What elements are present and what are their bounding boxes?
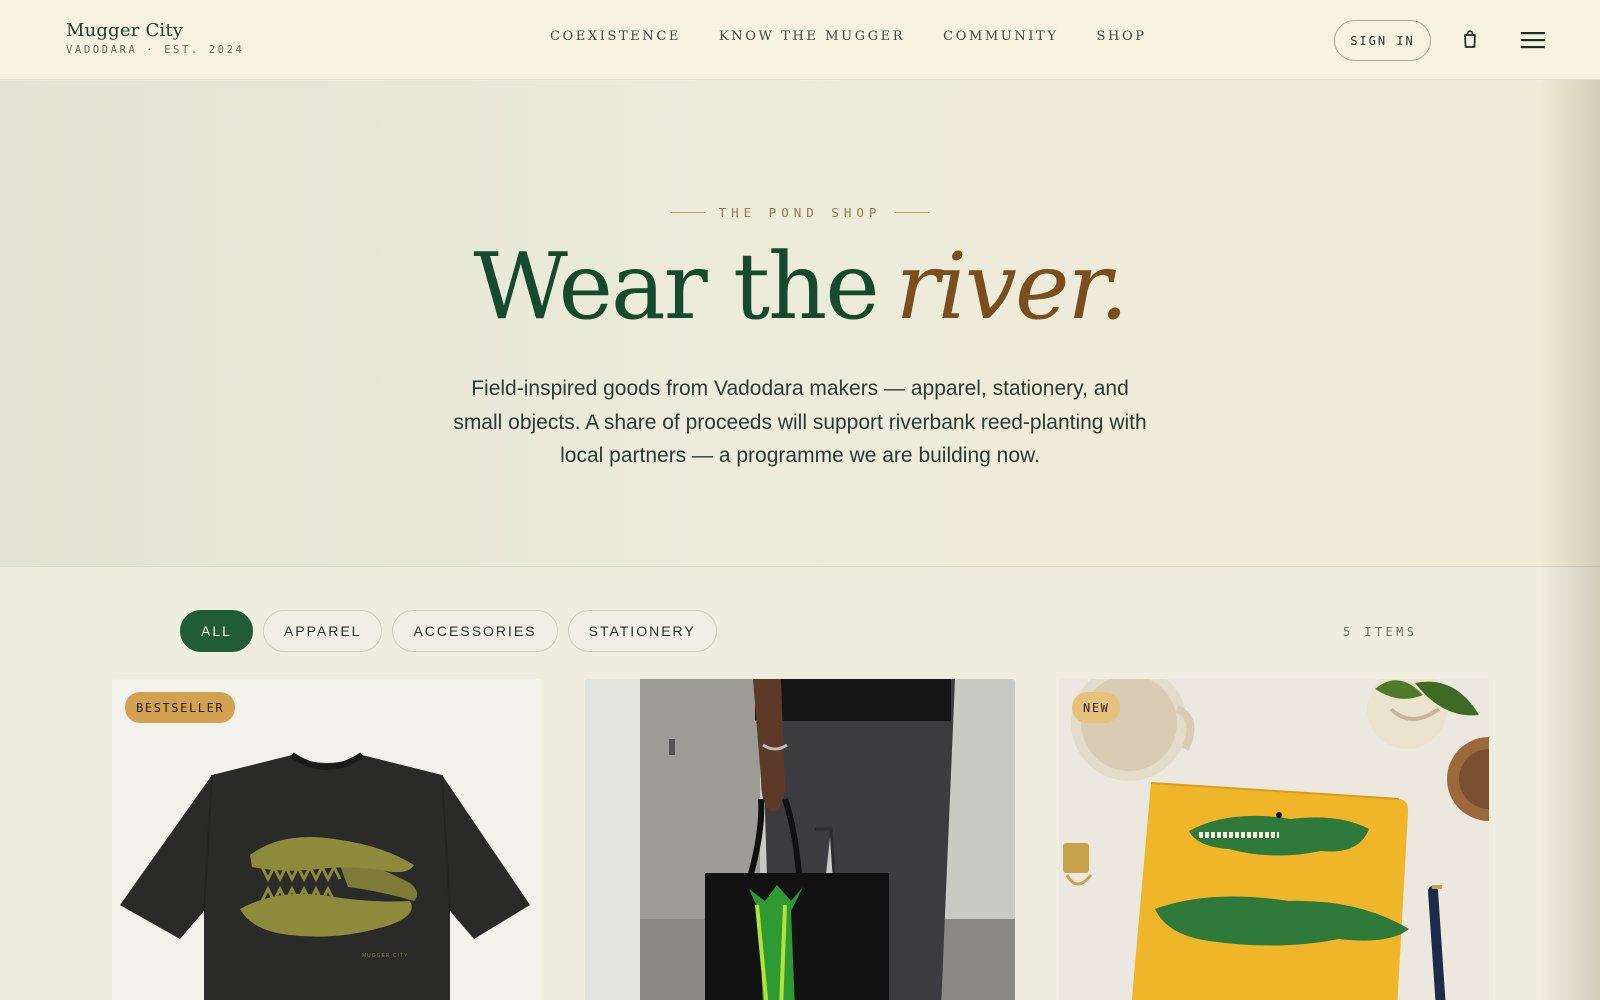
hero-headline: Wear the river. <box>0 241 1600 333</box>
site-header: Mugger City VADODARA · EST. 2024 COEXIST… <box>0 0 1600 80</box>
headline-accent: river. <box>895 233 1129 340</box>
category-filters: ALL APPAREL ACCESSORIES STATIONERY <box>180 610 717 652</box>
new-badge: NEW <box>1072 692 1121 723</box>
filter-apparel[interactable]: APPAREL <box>262 610 383 652</box>
product-image-notebook <box>1059 679 1489 1000</box>
filter-stationery[interactable]: STATIONERY <box>567 610 717 652</box>
sign-in-button[interactable]: SIGN IN <box>1334 20 1431 61</box>
product-image-tshirt: MUGGER CITY <box>112 679 542 1000</box>
shopping-bag-icon[interactable] <box>1462 29 1478 49</box>
product-card-tote[interactable] <box>585 679 1015 1000</box>
brand-name: Mugger City <box>66 20 184 41</box>
product-card-notebook[interactable]: NEW <box>1059 679 1489 1000</box>
headline-main: Wear the <box>473 233 879 340</box>
brand-logo[interactable]: Mugger City VADODARA · EST. 2024 <box>66 20 244 56</box>
eyebrow-rule-left <box>670 212 705 213</box>
filter-all[interactable]: ALL <box>180 610 253 652</box>
item-count: 5 ITEMS <box>1343 625 1418 639</box>
nav-community[interactable]: COMMUNITY <box>943 29 1058 44</box>
nav-know-the-mugger[interactable]: KNOW THE MUGGER <box>719 29 905 44</box>
hamburger-menu-icon[interactable] <box>1521 30 1545 50</box>
bestseller-badge: BESTSELLER <box>125 692 236 723</box>
main-nav: COEXISTENCE KNOW THE MUGGER COMMUNITY SH… <box>550 29 1147 44</box>
product-image-tote <box>585 679 1015 1000</box>
eyebrow-text: THE POND SHOP <box>718 205 882 220</box>
tee-print-text: MUGGER CITY <box>362 953 408 959</box>
eyebrow-rule-right <box>895 212 930 213</box>
filter-accessories[interactable]: ACCESSORIES <box>392 610 558 652</box>
nav-coexistence[interactable]: COEXISTENCE <box>550 29 681 44</box>
nav-shop[interactable]: SHOP <box>1097 29 1147 44</box>
brand-tagline: VADODARA · EST. 2024 <box>66 44 245 56</box>
hero-eyebrow: THE POND SHOP <box>0 205 1600 220</box>
hero-description: Field-inspired goods from Vadodara maker… <box>453 377 1147 467</box>
hero-section: THE POND SHOP Wear the river. Field-inspi… <box>0 81 1600 567</box>
product-card-tshirt[interactable]: MUGGER CITY BESTSELLER <box>112 679 542 1000</box>
